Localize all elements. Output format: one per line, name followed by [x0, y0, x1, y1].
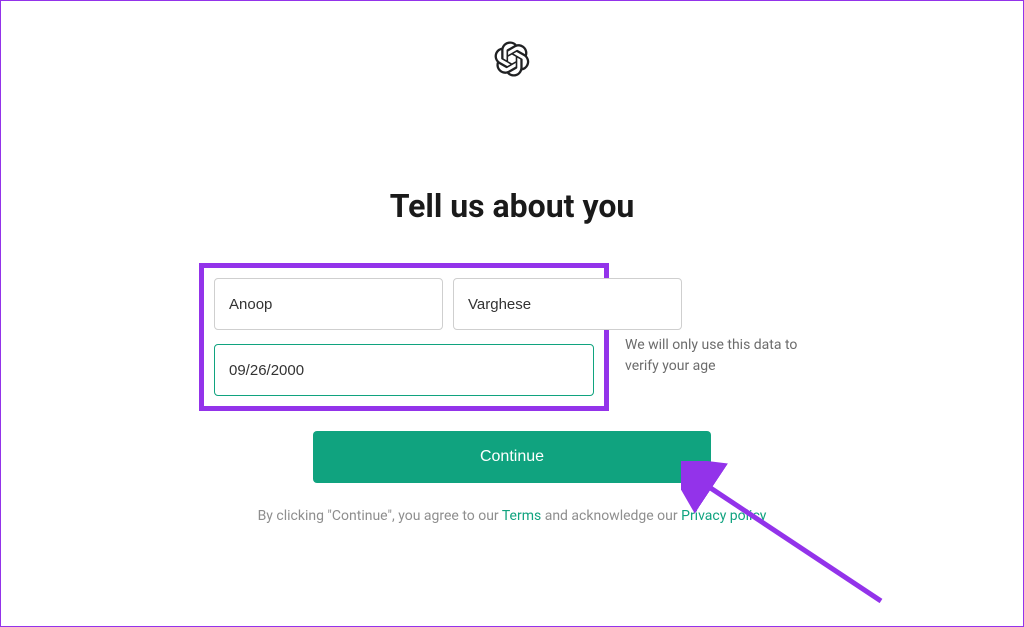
first-name-field[interactable]: [214, 278, 443, 330]
page-container: Tell us about you We will only use this …: [1, 1, 1023, 626]
birthday-helper-text: We will only use this data to verify you…: [625, 335, 825, 377]
name-row: [214, 278, 594, 330]
disclaimer-prefix: By clicking "Continue", you agree to our: [258, 508, 502, 524]
last-name-field[interactable]: [453, 278, 682, 330]
form-area: We will only use this data to verify you…: [199, 263, 825, 411]
terms-link[interactable]: Terms: [502, 508, 541, 524]
openai-logo-icon: [494, 41, 530, 77]
fields-highlight-annotation: [199, 263, 609, 411]
disclaimer-text: By clicking "Continue", you agree to our…: [258, 505, 767, 527]
arrow-annotation-icon: [681, 461, 901, 611]
privacy-policy-link[interactable]: Privacy policy: [681, 508, 766, 524]
page-title: Tell us about you: [390, 187, 635, 225]
disclaimer-middle: and acknowledge our: [541, 508, 681, 524]
continue-button[interactable]: Continue: [313, 431, 711, 483]
birthday-field[interactable]: [214, 344, 594, 396]
